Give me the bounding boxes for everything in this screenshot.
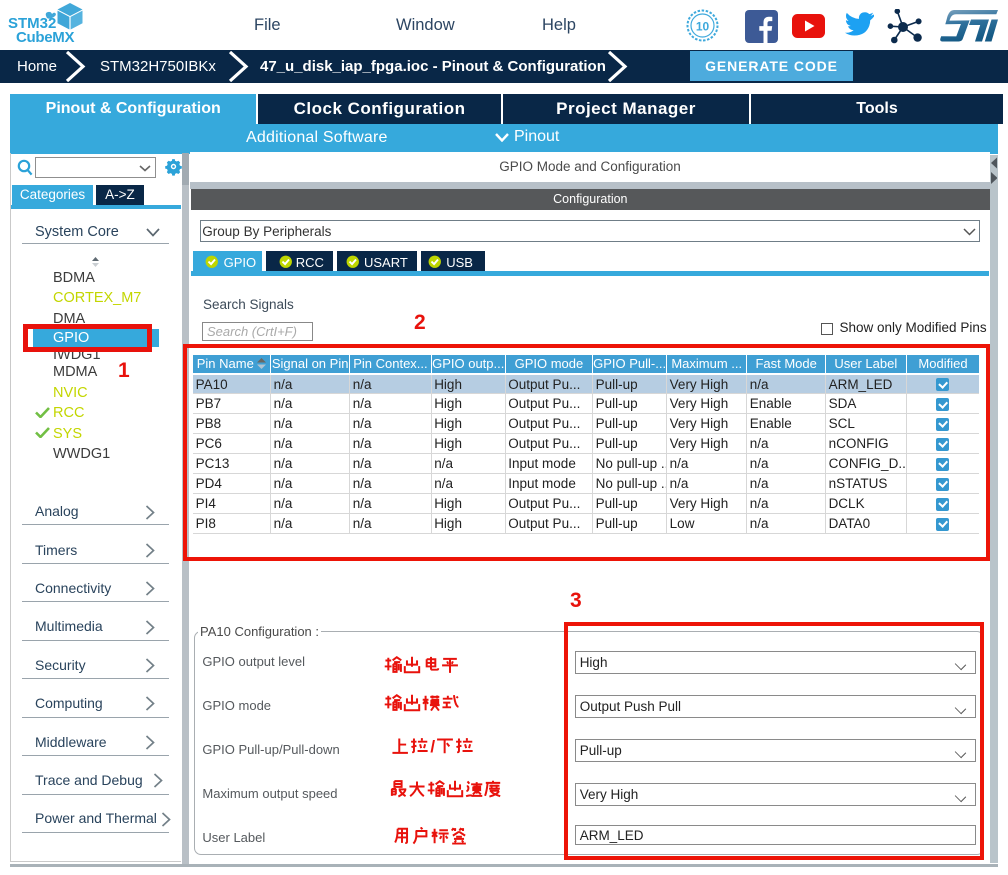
svg-text:10: 10 bbox=[696, 20, 710, 34]
